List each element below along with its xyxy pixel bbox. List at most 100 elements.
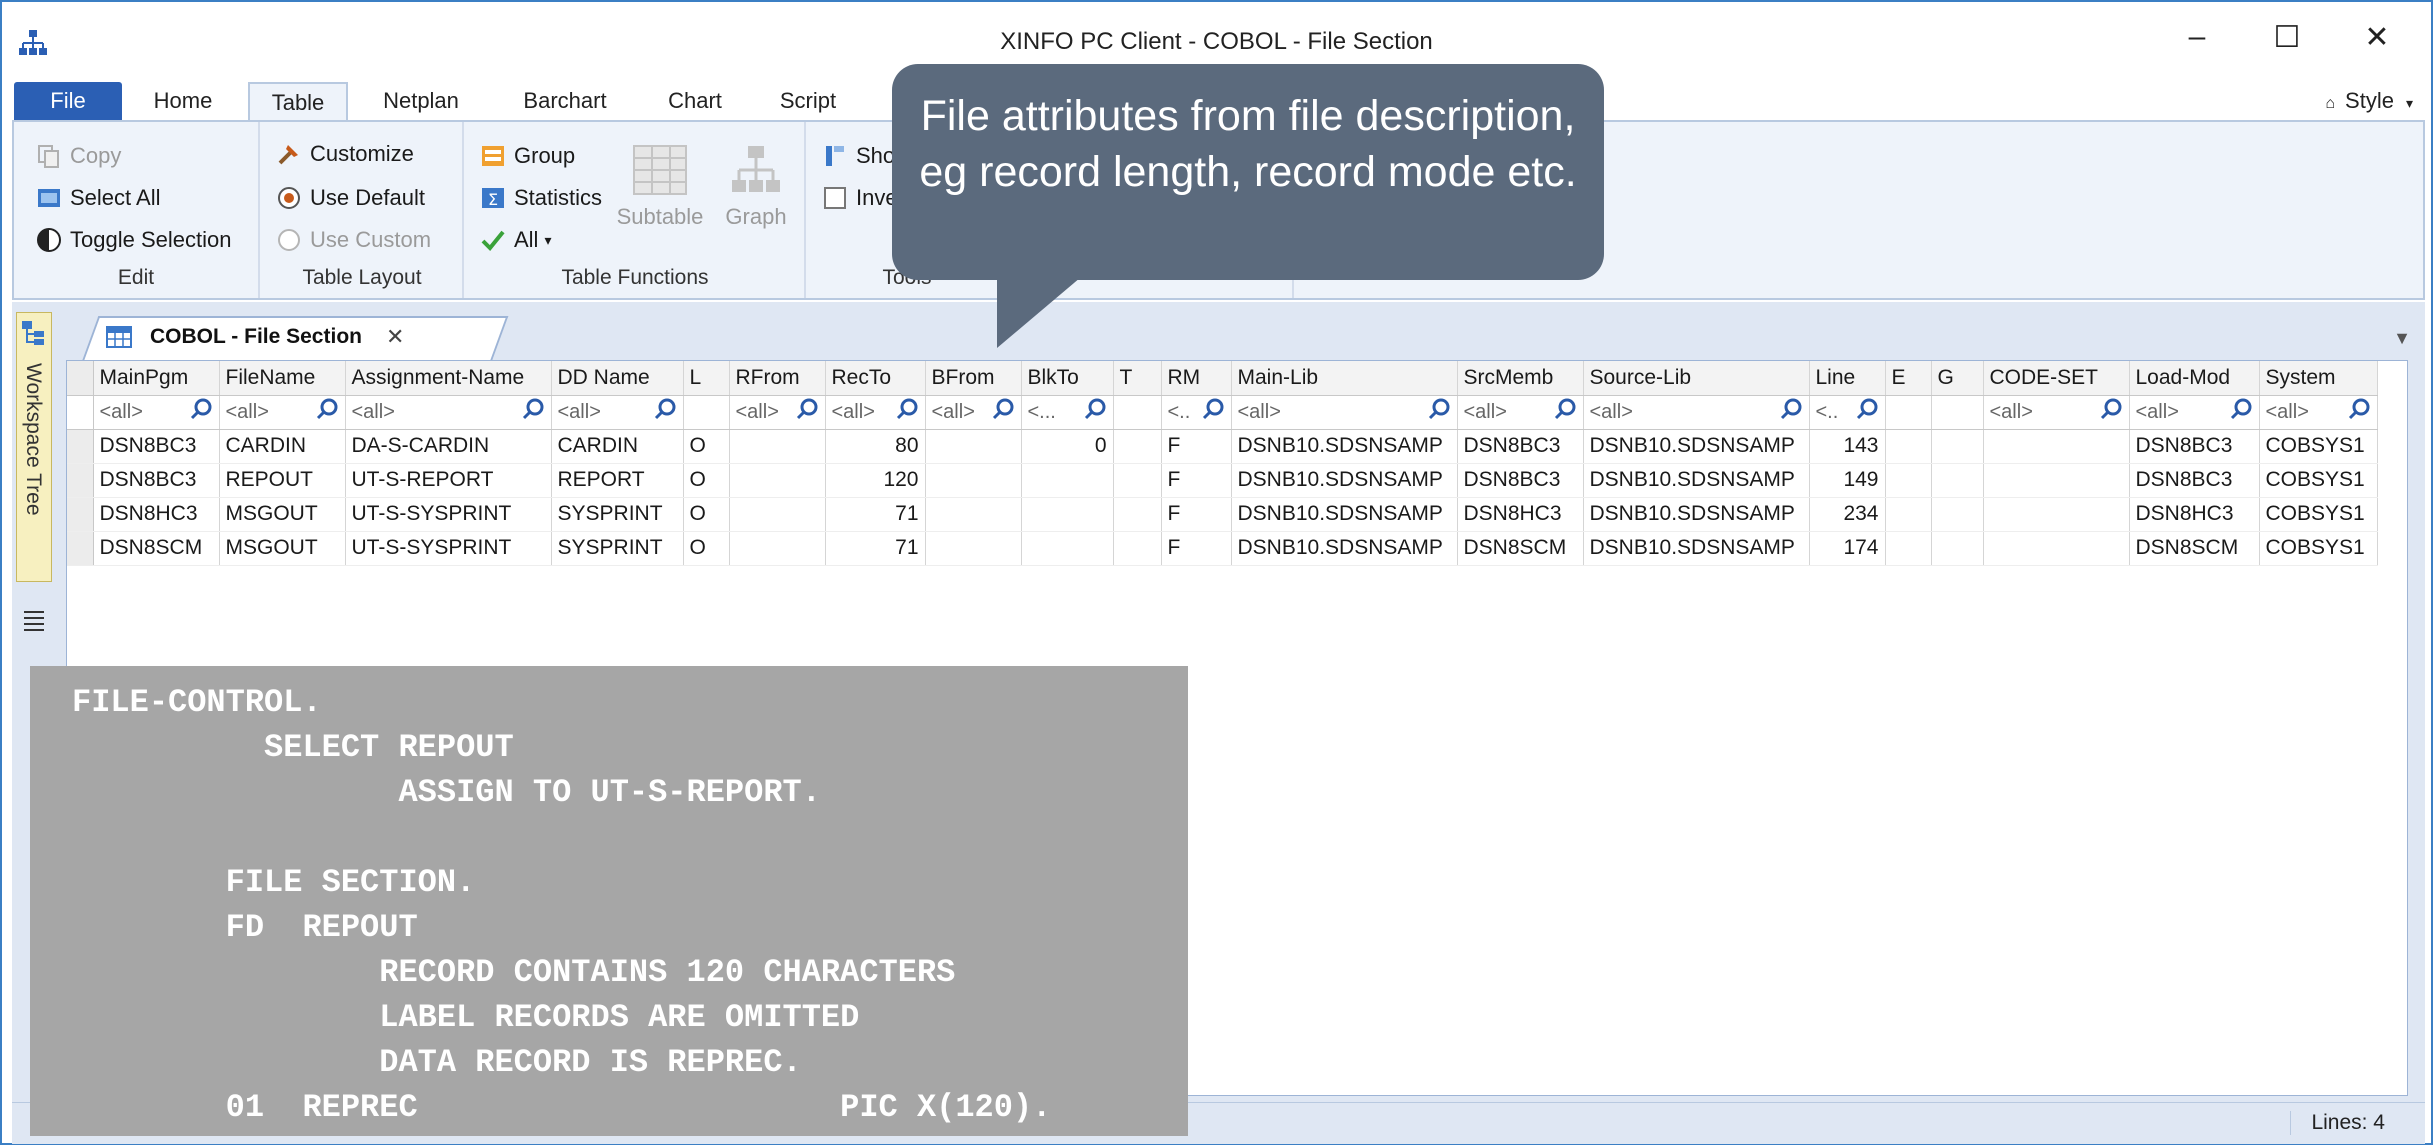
search-icon[interactable] — [895, 397, 919, 427]
tab-script[interactable]: Script — [766, 82, 850, 122]
table-cell[interactable]: CARDIN — [219, 429, 346, 464]
table-cell[interactable] — [1885, 429, 1932, 464]
table-cell[interactable]: O — [683, 463, 730, 498]
table-cell[interactable]: O — [683, 497, 730, 532]
table-cell[interactable] — [1113, 429, 1162, 464]
document-tab[interactable]: COBOL - File Section ✕ — [106, 324, 404, 350]
column-header[interactable]: T — [1113, 361, 1162, 396]
row-header[interactable] — [67, 463, 94, 498]
row-header[interactable] — [67, 497, 94, 532]
column-header[interactable]: E — [1885, 361, 1932, 396]
close-button[interactable]: ✕ — [2342, 16, 2412, 58]
table-cell[interactable]: DSN8BC3 — [93, 429, 220, 464]
table-cell[interactable]: DSN8HC3 — [1457, 497, 1584, 532]
search-icon[interactable] — [2347, 397, 2371, 427]
table-cell[interactable] — [1983, 531, 2130, 566]
table-cell[interactable]: DSN8HC3 — [2129, 497, 2260, 532]
column-filter[interactable]: <all> — [1231, 395, 1458, 430]
column-filter[interactable]: <all> — [219, 395, 346, 430]
search-icon[interactable] — [2229, 397, 2253, 427]
customize-button[interactable]: Customize — [276, 136, 414, 172]
column-filter[interactable]: <all> — [925, 395, 1022, 430]
table-cell[interactable]: COBSYS1 — [2259, 429, 2378, 464]
column-filter[interactable] — [1113, 395, 1162, 430]
table-cell[interactable] — [1885, 463, 1932, 498]
search-icon[interactable] — [991, 397, 1015, 427]
column-filter[interactable]: <all> — [2259, 395, 2378, 430]
column-header[interactable]: CODE-SET — [1983, 361, 2130, 396]
column-header[interactable]: MainPgm — [93, 361, 220, 396]
column-filter[interactable]: <all> — [729, 395, 826, 430]
table-cell[interactable]: F — [1161, 497, 1232, 532]
tab-home[interactable]: Home — [132, 82, 234, 122]
table-cell[interactable]: 0 — [1021, 429, 1114, 464]
table-cell[interactable]: DSN8BC3 — [2129, 463, 2260, 498]
table-cell[interactable]: SYSPRINT — [551, 531, 684, 566]
column-header[interactable]: G — [1931, 361, 1984, 396]
table-cell[interactable] — [1113, 497, 1162, 532]
table-cell[interactable]: F — [1161, 531, 1232, 566]
column-filter[interactable] — [1885, 395, 1932, 430]
table-cell[interactable]: DSNB10.SDSNSAMP — [1583, 531, 1810, 566]
table-cell[interactable]: UT-S-REPORT — [345, 463, 552, 498]
subtable-button[interactable]: Subtable — [616, 142, 704, 230]
close-tab-icon[interactable]: ✕ — [386, 324, 404, 350]
column-header[interactable]: L — [683, 361, 730, 396]
graph-button[interactable]: Graph — [718, 142, 794, 230]
search-icon[interactable] — [1201, 397, 1225, 427]
table-cell[interactable]: DSN8BC3 — [93, 463, 220, 498]
column-filter[interactable]: <all> — [1457, 395, 1584, 430]
table-cell[interactable] — [1021, 531, 1114, 566]
table-cell[interactable] — [1885, 531, 1932, 566]
table-cell[interactable]: DSNB10.SDSNSAMP — [1231, 497, 1458, 532]
all-dropdown[interactable]: All ▾ — [480, 222, 551, 258]
column-filter[interactable]: <all> — [345, 395, 552, 430]
invert-checkbox[interactable]: Inve — [822, 180, 898, 216]
table-cell[interactable] — [1021, 497, 1114, 532]
search-icon[interactable] — [315, 397, 339, 427]
search-icon[interactable] — [2099, 397, 2123, 427]
column-header[interactable]: FileName — [219, 361, 346, 396]
table-cell[interactable]: DSN8BC3 — [2129, 429, 2260, 464]
table-row[interactable]: DSN8BC3 CARDIN DA-S-CARDIN CARDIN O 80 0 F DSNB1… — [67, 429, 2378, 464]
table-cell[interactable]: COBSYS1 — [2259, 463, 2378, 498]
table-cell[interactable]: 120 — [825, 463, 926, 498]
select-all-button[interactable]: Select All — [36, 180, 161, 216]
table-cell[interactable] — [1113, 463, 1162, 498]
table-cell[interactable]: DSNB10.SDSNSAMP — [1583, 463, 1810, 498]
table-cell[interactable] — [1885, 497, 1932, 532]
tab-chart[interactable]: Chart — [652, 82, 738, 122]
column-header[interactable]: Assignment-Name — [345, 361, 552, 396]
copy-button[interactable]: Copy — [36, 138, 121, 174]
row-header[interactable] — [67, 429, 94, 464]
table-cell[interactable]: 174 — [1809, 531, 1886, 566]
table-cell[interactable]: DSNB10.SDSNSAMP — [1583, 497, 1810, 532]
table-cell[interactable]: DSN8SCM — [1457, 531, 1584, 566]
table-cell[interactable]: DSN8SCM — [93, 531, 220, 566]
table-cell[interactable]: 143 — [1809, 429, 1886, 464]
table-cell[interactable] — [1931, 497, 1984, 532]
row-header[interactable] — [67, 531, 94, 566]
use-custom-radio[interactable]: Use Custom — [276, 222, 431, 258]
search-icon[interactable] — [795, 397, 819, 427]
maximize-button[interactable]: ☐ — [2252, 16, 2322, 58]
table-cell[interactable]: CARDIN — [551, 429, 684, 464]
table-cell[interactable] — [1113, 531, 1162, 566]
table-cell[interactable] — [1021, 463, 1114, 498]
column-filter[interactable]: <all> — [1583, 395, 1810, 430]
search-icon[interactable] — [1855, 397, 1879, 427]
table-cell[interactable]: DSN8BC3 — [1457, 429, 1584, 464]
search-icon[interactable] — [1779, 397, 1803, 427]
tab-file[interactable]: File — [14, 82, 122, 122]
table-cell[interactable]: F — [1161, 463, 1232, 498]
column-header[interactable]: Line — [1809, 361, 1886, 396]
table-row[interactable]: DSN8BC3 REPOUT UT-S-REPORT REPORT O 120 F DSNB1… — [67, 463, 2378, 498]
column-header[interactable]: BlkTo — [1021, 361, 1114, 396]
table-cell[interactable]: DSN8SCM — [2129, 531, 2260, 566]
search-icon[interactable] — [653, 397, 677, 427]
table-cell[interactable] — [925, 429, 1022, 464]
column-header[interactable]: RM — [1161, 361, 1232, 396]
table-cell[interactable] — [1931, 429, 1984, 464]
column-filter[interactable] — [683, 395, 730, 430]
column-filter[interactable]: <.. — [1161, 395, 1232, 430]
